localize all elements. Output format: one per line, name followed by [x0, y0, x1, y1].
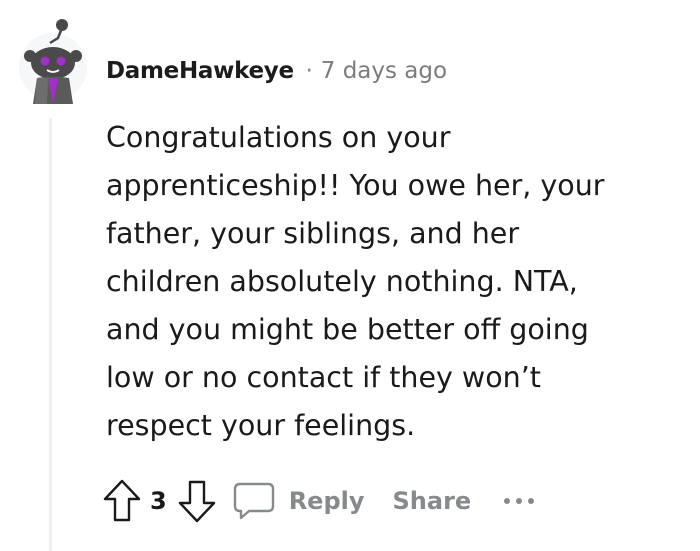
comment-timestamp[interactable]: 7 days ago: [321, 58, 447, 84]
comment-bubble-icon: [233, 482, 274, 520]
comment-action-bar: 3 Reply Share: [100, 476, 537, 526]
share-button[interactable]: Share: [393, 487, 472, 515]
reply-button[interactable]: Reply: [231, 480, 365, 522]
share-label: Share: [392, 487, 472, 515]
thread-line[interactable]: [49, 118, 52, 551]
user-avatar[interactable]: [17, 18, 89, 106]
vote-score: 3: [150, 487, 167, 515]
downvote-arrow-icon[interactable]: [175, 477, 219, 525]
username-link[interactable]: DameHawkeye: [106, 58, 294, 84]
meta-separator: ·: [305, 58, 313, 84]
reply-label: Reply: [288, 487, 365, 515]
snoo-avatar-icon: [19, 19, 87, 104]
more-options-button[interactable]: [501, 495, 537, 507]
more-options-icon: [504, 498, 535, 504]
upvote-arrow-icon[interactable]: [100, 477, 144, 525]
comment-header: DameHawkeye · 7 days ago: [106, 58, 447, 84]
comment-body: Congratulations on your apprenticeship!!…: [106, 121, 605, 442]
